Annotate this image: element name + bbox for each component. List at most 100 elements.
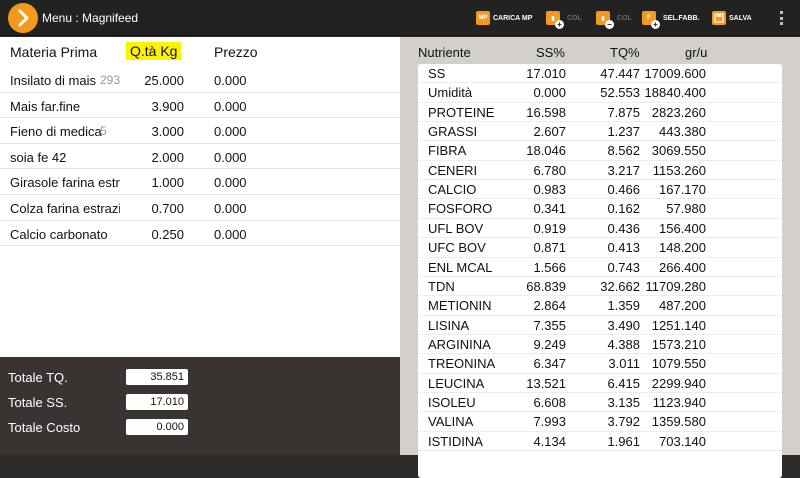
materia-prima-prezzo[interactable]: 0.000 (214, 73, 247, 88)
nutriente-ss: 0.983 (533, 182, 566, 198)
materie-prime-header: Materia Prima Q.tà Kg Prezzo (0, 37, 400, 66)
materia-prima-name: Colza farina estrazi (10, 201, 120, 216)
nutriente-name: TREONINA (428, 356, 496, 372)
chevron-right-icon (18, 9, 29, 27)
nutriente-name: GRASSI (428, 124, 478, 140)
materie-prime-panel: Materia Prima Q.tà Kg Prezzo Insilato di… (0, 37, 400, 357)
add-column-label: COL (567, 14, 582, 22)
nutriente-row: PROTEINE 16.598 7.875 2823.260 (418, 103, 782, 123)
materia-prima-row[interactable]: Colza farina estrazi 0.700 0.000 (0, 195, 400, 221)
nutriente-row: TREONINA 6.347 3.011 1079.550 (418, 354, 782, 374)
nutriente-row: ARGININA 9.249 4.388 1573.210 (418, 335, 782, 355)
nutriente-gru: 703.140 (659, 433, 706, 449)
totale-tq-label: Totale TQ. (8, 370, 68, 385)
carica-mp-button[interactable]: MP CARICA MP (476, 9, 532, 27)
nutriente-row: UFC BOV 0.871 0.413 148.200 (418, 238, 782, 258)
header-qta[interactable]: Q.tà Kg (126, 42, 182, 60)
nutriente-name: SS (428, 66, 446, 81)
totale-ss-label: Totale SS. (8, 395, 68, 410)
materia-prima-name: Mais far.fine (10, 98, 81, 114)
add-column-icon: ▮ + (546, 11, 564, 29)
header-ss: SS% (536, 45, 565, 60)
materia-prima-name: soia fe 42 (10, 149, 67, 165)
materia-prima-name: Calcio carbonato (10, 226, 108, 242)
header-gru: gr/u (685, 45, 708, 60)
menu-button[interactable] (8, 3, 38, 33)
nutriente-row: ISTIDINA 4.134 1.961 703.140 (418, 432, 782, 452)
nutriente-gru: 1123.940 (652, 394, 706, 410)
nutriente-ss: 0.000 (533, 85, 566, 101)
nutriente-gru: 148.200 (659, 240, 706, 256)
nutriente-name: ISOLEU (428, 394, 476, 410)
nutriente-name: ARGININA (428, 336, 491, 352)
nutrienti-list[interactable]: SS 17.010 47.447 17009.600 Umidità 0.000 52.55… (418, 64, 782, 478)
nutrienti-panel: Nutriente SS% TQ% gr/u SS 17.010 47.447 170… (400, 37, 800, 478)
nutriente-gru: 156.400 (659, 220, 706, 236)
salva-button[interactable]: SALVA (712, 9, 752, 27)
nutriente-ss: 7.355 (533, 317, 566, 333)
materia-prima-prezzo[interactable]: 0.000 (214, 150, 247, 165)
totale-ss-value: 17.010 (126, 394, 188, 410)
materia-prima-row[interactable]: Girasole farina estr 1.000 0.000 (0, 169, 400, 195)
totals-panel: Totale TQ. 35.851 Totale SS. 17.010 Tota… (0, 357, 400, 455)
nutriente-ss: 16.598 (526, 104, 566, 120)
materia-prima-qta[interactable]: 1.000 (124, 175, 184, 190)
nutriente-row: METIONIN 2.864 1.359 487.200 (418, 296, 782, 316)
nutriente-ss: 68.839 (526, 278, 566, 294)
nutriente-ss: 13.521 (526, 375, 566, 391)
materia-prima-qta[interactable]: 25.000 (124, 73, 184, 88)
nutriente-gru: 3069.550 (651, 143, 706, 159)
materia-prima-qta[interactable]: 3.900 (124, 99, 184, 114)
nutriente-gru: 2299.940 (651, 375, 706, 391)
sel-fabb-label: SEL.FABB. (663, 14, 700, 22)
totale-costo-label: Totale Costo (8, 420, 81, 435)
nutriente-name: LISINA (428, 317, 470, 333)
materia-prima-row[interactable]: Mais far.fine 3.900 0.000 (0, 93, 400, 119)
totale-costo-value: 0.000 (126, 419, 188, 435)
overflow-menu-icon[interactable] (780, 11, 784, 25)
nutriente-row: CALCIO 0.983 0.466 167.170 (418, 180, 782, 200)
materia-prima-qta[interactable]: 0.250 (124, 227, 184, 242)
materia-prima-prezzo[interactable]: 0.000 (214, 201, 247, 216)
nutriente-gru: 18840.400 (644, 85, 706, 101)
nutriente-gru: 57.980 (666, 201, 706, 217)
materia-prima-row[interactable]: Insilato di mais 293 25.000 0.000 (0, 67, 400, 93)
nutriente-ss: 6.780 (533, 162, 566, 178)
materia-prima-row[interactable]: Fieno di medica 5 3.000 0.000 (0, 118, 400, 144)
materia-prima-prezzo[interactable]: 0.000 (214, 99, 247, 114)
nutriente-row: UFL BOV 0.919 0.436 156.400 (418, 219, 782, 239)
materia-prima-qta[interactable]: 2.000 (124, 150, 184, 165)
nutriente-name: Umidità (428, 85, 473, 101)
nutriente-row: Umidità 0.000 52.553 18840.400 (418, 83, 782, 103)
remove-column-button[interactable]: ▮ − COL (596, 9, 632, 29)
materia-prima-extra: 5 (100, 124, 107, 139)
app-title: Menu : Magnifeed (42, 11, 139, 25)
nutriente-name: FOSFORO (428, 201, 493, 217)
materia-prima-row[interactable]: Calcio carbonato 0.250 0.000 (0, 221, 400, 247)
remove-column-icon: ▮ − (596, 11, 614, 29)
nutriente-row: FOSFORO 0.341 0.162 57.980 (418, 199, 782, 219)
header-prezzo[interactable]: Prezzo (214, 44, 258, 60)
nutriente-gru: 17009.600 (644, 66, 706, 81)
nutriente-ss: 0.341 (533, 201, 566, 217)
materia-prima-prezzo[interactable]: 0.000 (214, 227, 247, 242)
nutriente-name: TDN (428, 278, 455, 294)
materia-prima-extra: 293 (100, 73, 121, 87)
carica-mp-label: CARICA MP (493, 14, 533, 22)
nutriente-row: LISINA 7.355 3.490 1251.140 (418, 316, 782, 335)
nutriente-row: CENERI 6.780 3.217 1153.260 (418, 161, 782, 181)
nutriente-name: CENERI (428, 162, 478, 178)
add-column-button[interactable]: ▮ + COL (546, 9, 582, 29)
nutriente-ss: 0.871 (533, 240, 566, 256)
sel-fabb-button[interactable]: F + SEL.FABB. (642, 9, 700, 29)
nutriente-gru: 2823.260 (651, 104, 706, 120)
nutriente-name: ISTIDINA (428, 433, 483, 449)
materia-prima-row[interactable]: soia fe 42 2.000 0.000 (0, 144, 400, 170)
fabbisogni-icon: F + (642, 11, 660, 29)
materia-prima-prezzo[interactable]: 0.000 (214, 124, 247, 139)
nutriente-ss: 4.134 (533, 433, 566, 449)
materia-prima-qta[interactable]: 3.000 (124, 124, 184, 139)
header-materia-prima[interactable]: Materia Prima (10, 44, 97, 60)
materia-prima-prezzo[interactable]: 0.000 (214, 175, 247, 190)
materia-prima-qta[interactable]: 0.700 (124, 201, 184, 216)
